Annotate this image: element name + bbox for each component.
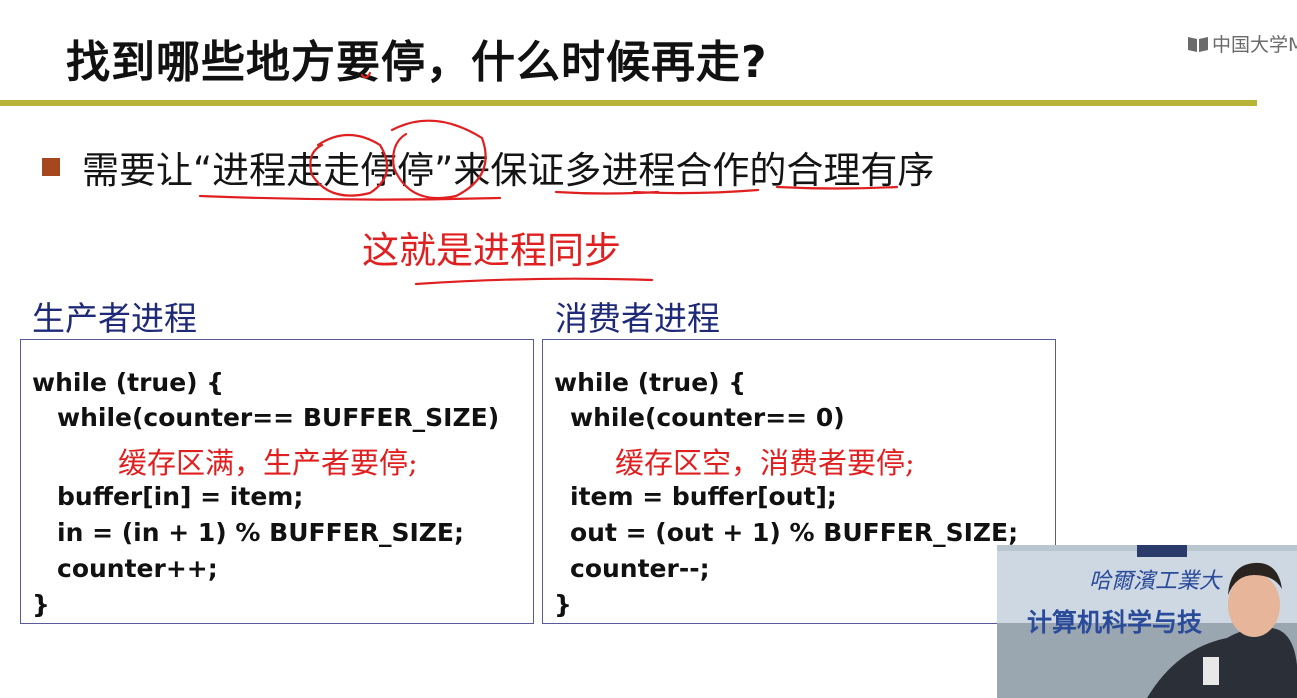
code-line: while(counter== BUFFER_SIZE) bbox=[57, 403, 500, 432]
code-line: counter++; bbox=[57, 554, 218, 583]
code-line: } bbox=[554, 590, 572, 619]
code-line: while (true) { bbox=[32, 368, 225, 397]
producer-code-box: while (true) { while(counter== BUFFER_SI… bbox=[20, 339, 534, 624]
mooc-watermark: 中国大学M bbox=[1187, 30, 1297, 57]
university-sign: 哈爾濱工業大 bbox=[1089, 569, 1222, 594]
code-comment: 缓存区满，生产者要停; bbox=[118, 446, 418, 480]
department-sign: 计算机科学与技 bbox=[1027, 608, 1203, 637]
sync-note: 这就是进程同步 bbox=[362, 229, 621, 272]
book-icon bbox=[1187, 35, 1209, 53]
instructor-video: 哈爾濱工業大 计算机科学与技 bbox=[997, 545, 1297, 698]
slide-title: 找到哪些地方要停，什么时候再走? bbox=[66, 37, 768, 88]
consumer-code-box: while (true) { while(counter== 0) 缓存区空，消… bbox=[542, 339, 1056, 624]
producer-label: 生产者进程 bbox=[32, 299, 197, 338]
bullet-square-icon bbox=[42, 158, 60, 176]
code-line: in = (in + 1) % BUFFER_SIZE; bbox=[57, 518, 464, 547]
code-line: while (true) { bbox=[554, 368, 747, 397]
code-line: out = (out + 1) % BUFFER_SIZE; bbox=[570, 518, 1019, 547]
bullet-text: 需要让“进程走走停停”来保证多进程合作的合理有序 bbox=[82, 149, 935, 192]
code-line: buffer[in] = item; bbox=[57, 482, 304, 511]
watermark-text: 中国大学M bbox=[1212, 34, 1297, 56]
code-comment: 缓存区空，消费者要停; bbox=[615, 446, 915, 480]
code-line: item = buffer[out]; bbox=[570, 482, 837, 511]
code-line: while(counter== 0) bbox=[570, 403, 845, 432]
code-line: counter--; bbox=[570, 554, 710, 583]
code-line: } bbox=[32, 590, 50, 619]
consumer-label: 消费者进程 bbox=[555, 299, 720, 338]
title-divider bbox=[0, 100, 1257, 106]
bullet-item: 需要让“进程走走停停”来保证多进程合作的合理有序 bbox=[42, 140, 934, 194]
